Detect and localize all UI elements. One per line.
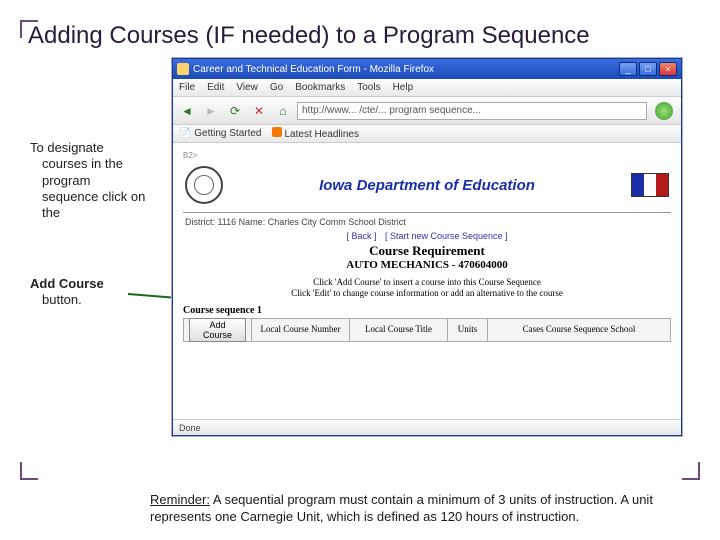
menu-bookmarks[interactable]: Bookmarks	[295, 82, 345, 93]
stop-button[interactable]: ✕	[249, 101, 269, 121]
iowa-flag-icon	[631, 173, 669, 197]
status-bar: Done	[173, 419, 681, 435]
reload-button[interactable]: ⟳	[225, 101, 245, 121]
course-row: Add Course Local Course Number Local Cou…	[183, 318, 671, 342]
col-local-number: Local Course Number	[252, 319, 350, 341]
course-req-subheading: AUTO MECHANICS - 470604000	[183, 259, 671, 271]
reminder-note: Reminder: A sequential program must cont…	[150, 492, 690, 526]
forward-button[interactable]: ►	[201, 101, 221, 121]
side-note-2: Add Course button.	[30, 276, 150, 309]
district-line: District: 1116 Name: Charles City Comm S…	[183, 213, 671, 231]
menu-view[interactable]: View	[236, 82, 258, 93]
page-content: B2> Iowa Department of Education Distric…	[173, 143, 681, 419]
sequence-label: Course sequence 1	[183, 305, 671, 316]
menu-bar: File Edit View Go Bookmarks Tools Help	[173, 79, 681, 97]
menu-help[interactable]: Help	[393, 82, 414, 93]
go-button[interactable]	[655, 102, 673, 120]
status-text: Done	[179, 423, 201, 433]
bookmark-getting-started[interactable]: 📄 Getting Started	[179, 128, 262, 139]
col-cases-school: Cases Course Sequence School	[488, 319, 670, 341]
slide-title: Adding Courses (IF needed) to a Program …	[28, 22, 590, 50]
menu-edit[interactable]: Edit	[207, 82, 224, 93]
app-icon	[177, 63, 189, 75]
add-course-button[interactable]: Add Course	[189, 318, 246, 342]
bookmark-latest-headlines[interactable]: Latest Headlines	[272, 127, 360, 140]
maximize-button[interactable]: □	[639, 62, 657, 76]
bookmarks-toolbar: 📄 Getting Started Latest Headlines	[173, 125, 681, 143]
col-units: Units	[448, 319, 488, 341]
page-links: [ Back ] [ Start new Course Sequence ]	[183, 231, 671, 241]
rss-icon	[272, 127, 282, 137]
back-link[interactable]: [ Back ]	[346, 231, 376, 241]
corner-decor	[682, 462, 700, 480]
dept-title: Iowa Department of Education	[319, 177, 535, 194]
side-note-1: To designate courses in the program sequ…	[30, 140, 150, 221]
course-req-heading: Course Requirement	[183, 243, 671, 259]
titlebar: Career and Technical Education Form - Mo…	[173, 59, 681, 79]
close-button[interactable]: ×	[659, 62, 677, 76]
menu-tools[interactable]: Tools	[357, 82, 380, 93]
state-seal-icon	[185, 166, 223, 204]
col-local-title: Local Course Title	[350, 319, 448, 341]
hint-text: Click 'Add Course' to insert a course in…	[183, 277, 671, 299]
back-button[interactable]: ◄	[177, 101, 197, 121]
minimize-button[interactable]: _	[619, 62, 637, 76]
url-bar[interactable]: http://www... /cte/... program sequence.…	[297, 102, 647, 120]
nav-toolbar: ◄ ► ⟳ ✕ ⌂ http://www... /cte/... program…	[173, 97, 681, 125]
menu-go[interactable]: Go	[270, 82, 283, 93]
browser-window: Career and Technical Education Form - Mo…	[172, 58, 682, 436]
window-title: Career and Technical Education Form - Mo…	[193, 64, 434, 75]
new-sequence-link[interactable]: [ Start new Course Sequence ]	[385, 231, 508, 241]
menu-file[interactable]: File	[179, 82, 195, 93]
home-button[interactable]: ⌂	[273, 101, 293, 121]
corner-decor	[20, 462, 38, 480]
